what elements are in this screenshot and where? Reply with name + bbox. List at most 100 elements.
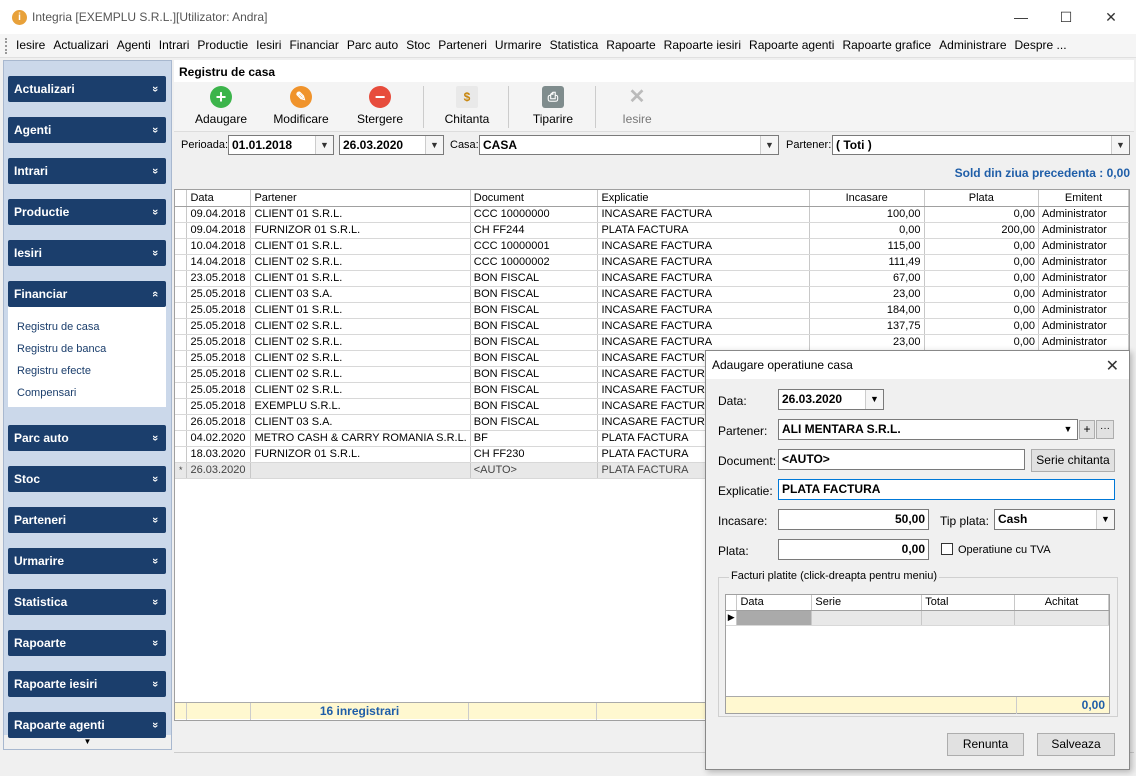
edit-button[interactable]: ✎ Modificare (269, 86, 333, 126)
table-cell[interactable]: CLIENT 01 S.R.L. (250, 206, 471, 223)
table-row[interactable]: 23.05.2018 CLIENT 01 S.R.L. BON FISCAL INCA… (175, 270, 1129, 287)
sidebar-section-agenti[interactable]: Agenti » (8, 117, 166, 143)
receipt-button[interactable]: $ Chitanta (440, 86, 494, 126)
table-cell[interactable]: Administrator (1038, 270, 1129, 287)
table-cell[interactable]: <AUTO> (470, 462, 599, 479)
table-cell[interactable]: FURNIZOR 01 S.R.L. (250, 446, 471, 463)
sidebar-section-rapoarte-agenti[interactable]: Rapoarte agenti » (8, 712, 166, 738)
table-cell[interactable]: 25.05.2018 (186, 318, 252, 335)
table-row[interactable]: 14.04.2018 CLIENT 02 S.R.L. CCC 10000002 IN… (175, 254, 1129, 271)
table-cell[interactable]: 23,00 (809, 334, 925, 351)
table-cell[interactable]: 09.04.2018 (186, 222, 252, 239)
chevron-down-icon[interactable]: ▼ (1059, 420, 1077, 439)
partner-combo[interactable]: ALI MENTARA S.R.L. ▼ (778, 419, 1078, 440)
explicatie-field[interactable]: PLATA FACTURA (778, 479, 1115, 500)
menu-item-intrari[interactable]: Intrari (155, 38, 194, 52)
date-to-picker[interactable]: 26.03.2020 ▼ (339, 135, 444, 155)
table-cell[interactable] (250, 462, 471, 479)
document-field[interactable]: <AUTO> (778, 449, 1025, 470)
delete-button[interactable]: − Stergere (354, 86, 406, 126)
menu-item-urmarire[interactable]: Urmarire (491, 38, 546, 52)
menu-item-parteneri[interactable]: Parteneri (434, 38, 491, 52)
table-cell[interactable]: BON FISCAL (470, 414, 599, 431)
table-cell[interactable]: INCASARE FACTURA (597, 286, 810, 303)
sidebar-section-parteneri[interactable]: Parteneri » (8, 507, 166, 533)
column-header-emitent[interactable]: Emitent (1038, 190, 1129, 207)
sidebar-section-intrari[interactable]: Intrari » (8, 158, 166, 184)
table-cell[interactable]: 200,00 (924, 222, 1040, 239)
facturi-new-row[interactable]: ▶ (726, 610, 1109, 626)
cancel-button[interactable]: Renunta (947, 733, 1024, 756)
table-cell[interactable]: BON FISCAL (470, 398, 599, 415)
table-cell[interactable]: BON FISCAL (470, 382, 599, 399)
table-cell[interactable]: 0,00 (924, 334, 1040, 351)
date-picker[interactable]: 26.03.2020 ▼ (778, 389, 884, 410)
serie-chitanta-button[interactable]: Serie chitanta (1031, 449, 1115, 472)
facturi-cell[interactable] (1014, 610, 1109, 626)
table-cell[interactable]: BON FISCAL (470, 318, 599, 335)
column-header-explicatie[interactable]: Explicatie (597, 190, 810, 207)
facturi-cell[interactable] (736, 610, 813, 626)
table-cell[interactable]: BON FISCAL (470, 334, 599, 351)
menu-item-iesire[interactable]: Iesire (12, 38, 49, 52)
table-cell[interactable]: CLIENT 02 S.R.L. (250, 350, 471, 367)
table-cell[interactable]: 67,00 (809, 270, 925, 287)
table-cell[interactable]: INCASARE FACTURA (597, 334, 810, 351)
table-cell[interactable]: CLIENT 02 S.R.L. (250, 254, 471, 271)
table-cell[interactable]: Administrator (1038, 302, 1129, 319)
sidebar-section-parc-auto[interactable]: Parc auto » (8, 425, 166, 451)
table-cell[interactable]: CCC 10000002 (470, 254, 599, 271)
table-cell[interactable]: CCC 10000001 (470, 238, 599, 255)
date-from-picker[interactable]: 01.01.2018 ▼ (228, 135, 334, 155)
table-cell[interactable]: Administrator (1038, 286, 1129, 303)
table-cell[interactable]: Administrator (1038, 254, 1129, 271)
sidebar-section-iesiri[interactable]: Iesiri » (8, 240, 166, 266)
column-header-document[interactable]: Document (470, 190, 599, 207)
table-row[interactable]: 25.05.2018 CLIENT 01 S.R.L. BON FISCAL INCA… (175, 302, 1129, 319)
add-partner-button[interactable]: + (1079, 420, 1095, 439)
sidebar-item-registru-casa[interactable]: Registru de casa (17, 321, 100, 333)
sidebar-item-compensari[interactable]: Compensari (17, 387, 76, 399)
sidebar-section-financiar[interactable]: Financiar « (8, 281, 166, 307)
facturi-column-total[interactable]: Total (921, 595, 1016, 611)
table-cell[interactable]: CLIENT 01 S.R.L. (250, 302, 471, 319)
menu-item-iesiri[interactable]: Iesiri (252, 38, 285, 52)
menu-item-actualizari[interactable]: Actualizari (49, 38, 112, 52)
minimize-button[interactable]: — (998, 0, 1044, 34)
close-window-button[interactable]: ✕ (1088, 0, 1134, 34)
facturi-cell[interactable] (811, 610, 923, 626)
table-cell[interactable]: FURNIZOR 01 S.R.L. (250, 222, 471, 239)
menu-item-rapoarte-iesiri[interactable]: Rapoarte iesiri (660, 38, 745, 52)
table-cell[interactable]: 0,00 (924, 286, 1040, 303)
table-cell[interactable]: BF (470, 430, 599, 447)
table-cell[interactable]: BON FISCAL (470, 366, 599, 383)
chevron-down-icon[interactable]: ▼ (315, 136, 333, 154)
table-row[interactable]: 25.05.2018 CLIENT 03 S.A. BON FISCAL INCASA… (175, 286, 1129, 303)
table-cell[interactable]: 25.05.2018 (186, 286, 252, 303)
tip-plata-select[interactable]: Cash ▼ (994, 509, 1115, 530)
chevron-down-icon[interactable]: ▼ (760, 136, 778, 154)
table-row[interactable]: 10.04.2018 CLIENT 01 S.R.L. CCC 10000001 IN… (175, 238, 1129, 255)
plata-field[interactable]: 0,00 (778, 539, 929, 560)
table-cell[interactable]: CH FF230 (470, 446, 599, 463)
tva-checkbox[interactable] (941, 543, 953, 555)
table-row[interactable]: 09.04.2018 FURNIZOR 01 S.R.L. CH FF244 PLAT… (175, 222, 1129, 239)
chevron-down-icon[interactable]: ▼ (865, 390, 883, 409)
facturi-column-serie[interactable]: Serie (811, 595, 923, 611)
menu-item-statistica[interactable]: Statistica (546, 38, 603, 52)
add-button[interactable]: + Adaugare (192, 86, 250, 126)
sidebar-section-rapoarte[interactable]: Rapoarte » (8, 630, 166, 656)
table-cell[interactable]: CLIENT 02 S.R.L. (250, 366, 471, 383)
menu-item-parc-auto[interactable]: Parc auto (343, 38, 402, 52)
partner-select[interactable]: ( Toti ) ▼ (832, 135, 1130, 155)
table-cell[interactable]: BON FISCAL (470, 286, 599, 303)
menu-item-rapoarte[interactable]: Rapoarte (602, 38, 659, 52)
table-cell[interactable]: 25.05.2018 (186, 366, 252, 383)
table-cell[interactable]: CLIENT 03 S.A. (250, 286, 471, 303)
table-cell[interactable]: 115,00 (809, 238, 925, 255)
table-cell[interactable]: BON FISCAL (470, 350, 599, 367)
sidebar-section-rapoarte-iesiri[interactable]: Rapoarte iesiri » (8, 671, 166, 697)
table-cell[interactable]: 0,00 (924, 318, 1040, 335)
column-header-incasare[interactable]: Incasare (809, 190, 925, 207)
facturi-column-achitat[interactable]: Achitat (1014, 595, 1109, 611)
